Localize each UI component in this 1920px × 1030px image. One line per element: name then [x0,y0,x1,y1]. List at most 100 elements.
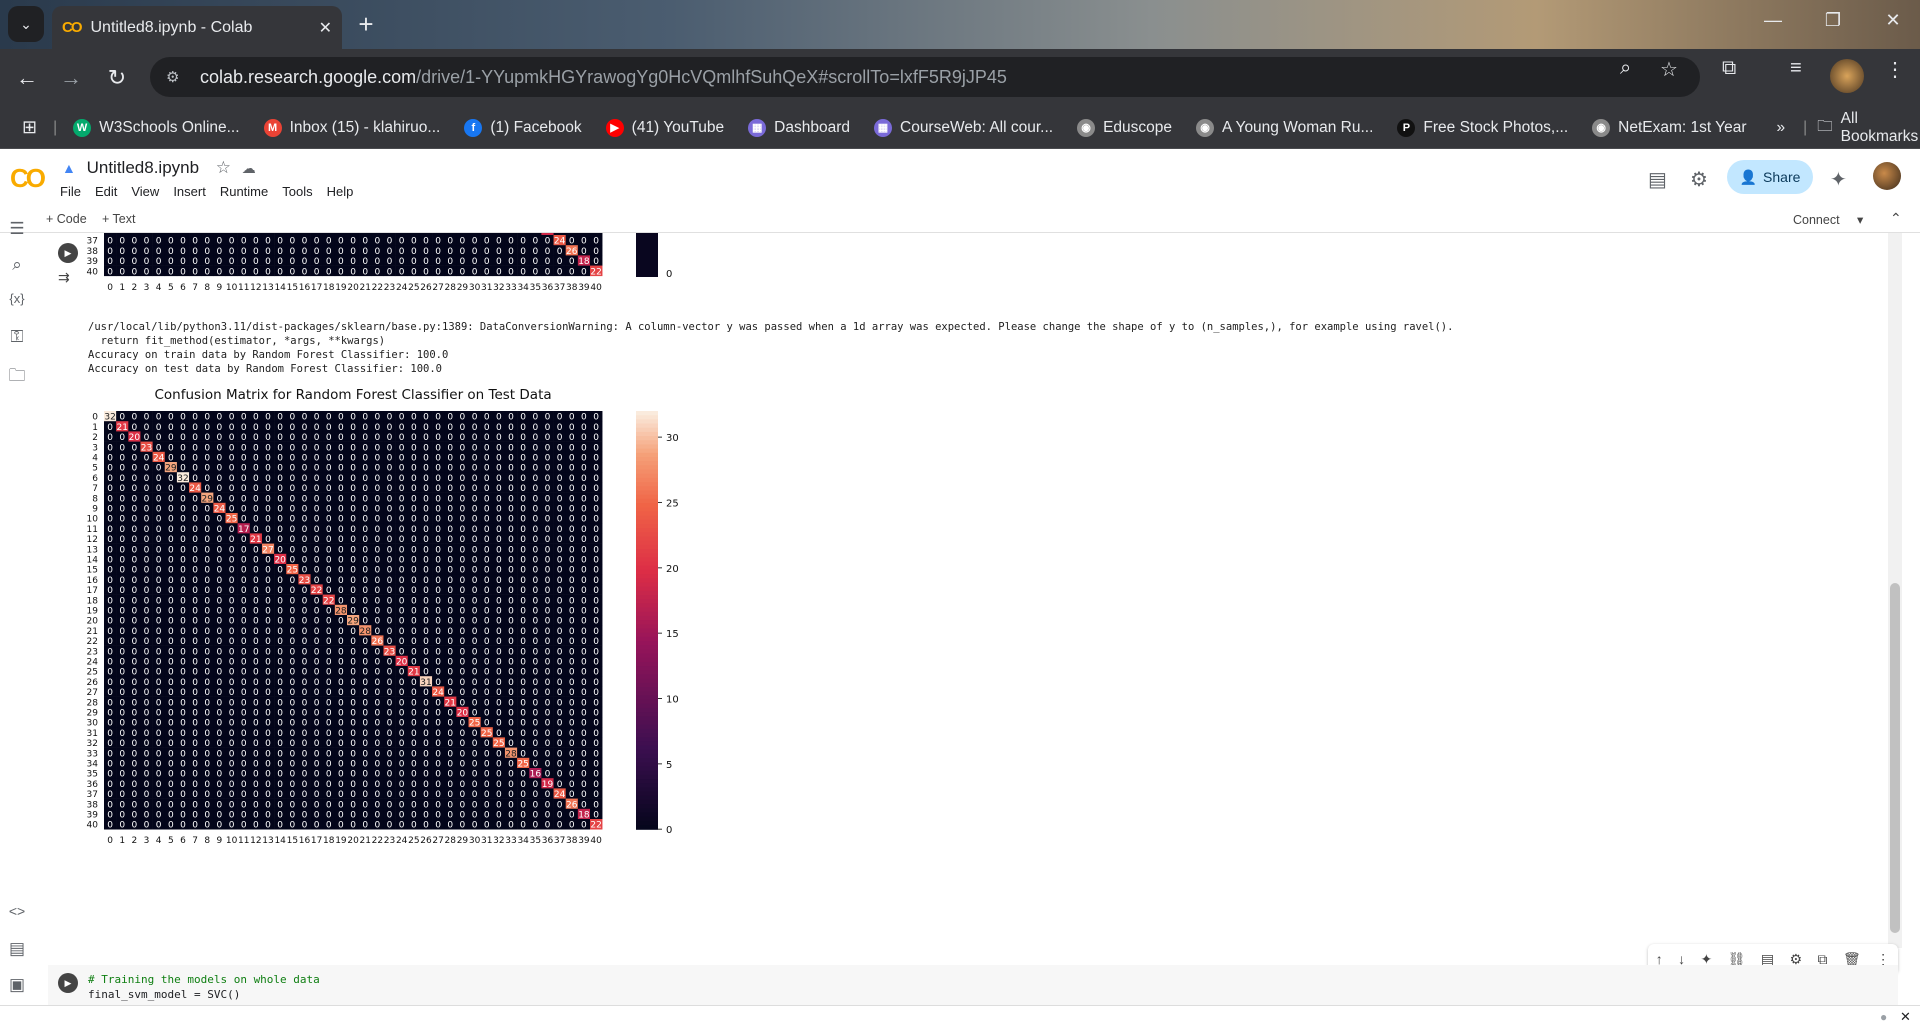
menu-tools[interactable]: Tools [282,184,312,199]
colorbar-segment [636,691,658,696]
cell-value: 0 [277,586,283,596]
bookmark-item[interactable]: ◉ Eduscope [1077,118,1172,137]
cell-value: 0 [399,821,405,831]
column-tick-label: 6 [180,836,186,846]
kebab-menu-icon[interactable]: ⋮ [1885,57,1905,82]
notebook-title[interactable]: Untitled8.ipynb [87,158,199,177]
browser-tab[interactable]: CO Untitled8.ipynb - Colab ✕ [52,6,342,49]
add-code-button[interactable]: + Code [46,212,87,226]
cell-value: 0 [241,535,247,545]
cell-value: 0 [326,237,332,247]
column-tick-label: 13 [262,836,273,846]
menu-insert[interactable]: Insert [173,184,206,199]
colab-logo[interactable]: CO [10,163,46,194]
new-tab-button[interactable]: + [352,9,380,39]
heatmap-cell [383,233,396,235]
menu-file[interactable]: File [60,184,81,199]
back-arrow-icon[interactable]: ← [12,63,42,93]
cell-value: 0 [435,535,441,545]
cell-value: 0 [302,739,308,749]
column-tick-label: 25 [408,836,419,846]
output-scrollbar[interactable] [1888,233,1902,948]
address-bar[interactable]: ⚙ colab.research.google.com/drive/1-YYup… [150,57,1700,97]
bookmark-star-icon[interactable]: ☆ [1660,57,1678,82]
cell-value: 0 [581,545,587,555]
profile-avatar[interactable] [1830,59,1864,93]
comments-icon[interactable]: ▤ [1648,167,1667,192]
menu-view[interactable]: View [131,184,159,199]
all-bookmarks-link[interactable]: All Bookmarks [1841,110,1920,146]
gear-icon[interactable]: ⚙ [1690,167,1708,192]
column-tick-label: 21 [359,283,370,293]
cell-value: 0 [265,443,271,453]
colorbar-segment [636,431,658,437]
cell-value: 0 [399,586,405,596]
gemini-sparkle-icon[interactable]: ✦ [1830,167,1847,192]
cell-value: 0 [387,586,393,596]
colorbar-segment [636,486,658,492]
zoom-icon[interactable]: ⌕ [1620,57,1631,80]
cell-value: 0 [362,586,368,596]
cell-value: 0 [350,535,356,545]
menu-help[interactable]: Help [327,184,354,199]
colorbar-segment [636,804,658,809]
menu-runtime[interactable]: Runtime [220,184,268,199]
cell-value: 0 [362,790,368,800]
scrollbar-thumb[interactable] [1890,583,1900,933]
apps-grid-icon[interactable]: ⊞ [22,117,37,138]
cell-value: 0 [241,237,247,247]
add-text-button[interactable]: + Text [102,212,135,226]
extensions-icon[interactable]: ⧉ [1722,57,1736,80]
heatmap-cell [116,233,129,235]
terminal-icon[interactable]: ▣ [6,975,28,995]
bookmark-item[interactable]: f (1) Facebook [464,118,582,137]
cell-value: 0 [241,688,247,698]
connect-button[interactable]: Connect ▾ [1793,212,1863,227]
bookmark-item[interactable]: ◉ A Young Woman Ru... [1196,118,1373,137]
colorbar-segment [636,599,658,604]
close-icon[interactable]: ✕ [1900,1009,1911,1025]
bookmark-item[interactable]: ▦ CourseWeb: All cour... [874,118,1053,137]
bookmark-item[interactable]: ▦ Dashboard [748,118,850,137]
cell-value: 0 [204,535,210,545]
run-cell-button[interactable]: ▶ [58,973,78,993]
column-tick-label: 38 [566,283,578,293]
cell-value: 0 [107,237,113,247]
row-tick-label: 21 [87,627,98,637]
more-bookmarks-button[interactable]: » [1777,119,1786,137]
cell-value: 0 [520,739,526,749]
share-button[interactable]: 👤 Share [1727,160,1813,194]
restore-icon[interactable]: ❐ [1818,10,1848,31]
reload-icon[interactable]: ↻ [102,63,132,93]
forward-arrow-icon[interactable]: → [56,63,86,93]
cell-value: 0 [508,237,514,247]
cell-value: 0 [557,688,563,698]
bookmark-item[interactable]: ▶ (41) YouTube [605,118,724,137]
avatar[interactable] [1873,162,1901,190]
bookmark-item[interactable]: W W3Schools Online... [73,118,240,137]
output-menu-icon[interactable]: ⇉ [58,269,70,286]
code-cell[interactable]: ▶ # Training the models on whole data fi… [48,965,1898,1005]
minimize-icon[interactable]: — [1758,10,1788,31]
cell-value: 0 [229,474,235,484]
cell-value: 0 [217,790,223,800]
close-icon[interactable]: ✕ [319,18,332,38]
cell-value: 0 [435,545,441,555]
row-tick-label: 38 [87,800,99,810]
cell-value: 0 [314,494,320,504]
media-control-icon[interactable]: ≡ [1790,57,1802,80]
tab-search-button[interactable]: ⌄ [8,6,44,42]
bookmark-item[interactable]: ◉ NetExam: 1st Year [1592,118,1747,137]
star-icon[interactable]: ☆ [216,158,231,177]
run-cell-button[interactable]: ▶ [58,243,78,263]
cell-value: 0 [508,586,514,596]
cell-value: 0 [447,237,453,247]
window-close-icon[interactable]: ✕ [1878,10,1908,31]
menu-edit[interactable]: Edit [95,184,117,199]
row-tick-label: 10 [87,515,99,525]
heatmap-cell [140,233,153,235]
collapse-icon[interactable]: ⌃ [1890,210,1902,227]
bookmark-item[interactable]: P Free Stock Photos,... [1397,118,1568,137]
site-info-icon[interactable]: ⚙ [166,68,186,86]
bookmark-item[interactable]: M Inbox (15) - klahiruo... [263,118,440,137]
